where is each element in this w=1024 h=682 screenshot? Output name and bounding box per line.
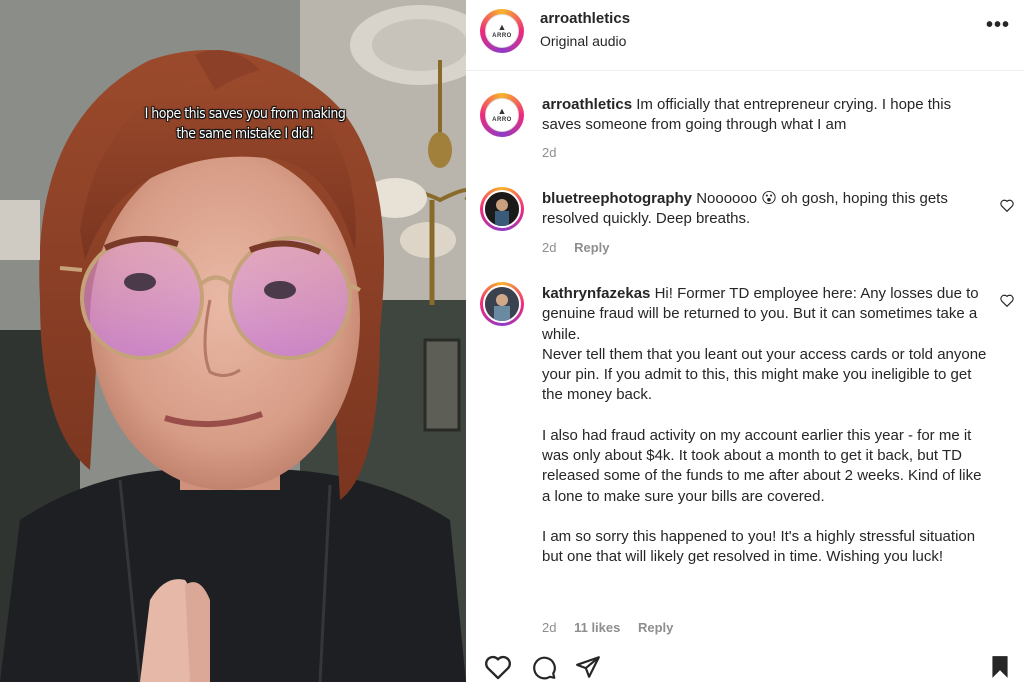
comment-avatar[interactable] <box>480 187 524 231</box>
comment-time: 2d <box>542 240 557 255</box>
arro-logo: ▲ ARRO <box>485 14 519 48</box>
audio-label[interactable]: Original audio <box>540 33 626 49</box>
comment-text: bluetreephotography Noooooo 😮 oh gosh, h… <box>542 189 987 230</box>
more-options-button[interactable]: ••• <box>986 14 1010 37</box>
heart-icon[interactable] <box>484 654 512 680</box>
comment-meta: 2d <box>542 145 570 160</box>
user-photo <box>483 190 521 228</box>
comment-paragraph: I am so sorry this happened to you! It's… <box>542 527 976 566</box>
triangle-icon: ▲ <box>497 105 507 116</box>
user-photo <box>483 285 521 323</box>
triangle-icon: ▲ <box>497 21 507 32</box>
comment-username[interactable]: arroathletics <box>542 96 632 113</box>
like-comment-heart-icon[interactable] <box>1000 294 1014 307</box>
comment-time: 2d <box>542 145 557 160</box>
share-icon[interactable] <box>574 654 602 680</box>
comment-paragraph: Never tell them that you leant out your … <box>542 345 987 404</box>
comment-text: kathrynfazekas Hi! Former TD employee he… <box>542 284 987 568</box>
logo-text: ARRO <box>492 32 512 39</box>
comment-meta: 2d Reply <box>542 240 624 255</box>
comment-icon[interactable] <box>530 654 558 680</box>
comment-paragraph: I also had fraud activity on my account … <box>542 426 982 505</box>
author-username[interactable]: arroathletics <box>540 10 630 27</box>
action-bar <box>466 648 1024 682</box>
reply-button[interactable]: Reply <box>638 620 673 635</box>
post-panel: ▲ ARRO arroathletics Original audio ••• … <box>466 0 1024 682</box>
logo-text: ARRO <box>492 116 512 123</box>
comment-likes[interactable]: 11 likes <box>574 620 620 635</box>
comment-avatar[interactable] <box>480 282 524 326</box>
header-divider <box>466 70 1024 71</box>
video-scene <box>0 0 466 682</box>
bookmark-icon[interactable] <box>988 654 1012 680</box>
comment-text: arroathletics Im officially that entrepr… <box>542 95 987 136</box>
author-avatar[interactable]: ▲ ARRO <box>480 9 524 53</box>
comment-avatar[interactable]: ▲ ARRO <box>480 93 524 137</box>
like-comment-heart-icon[interactable] <box>1000 199 1014 212</box>
comment-username[interactable]: kathrynfazekas <box>542 285 650 302</box>
arro-logo: ▲ ARRO <box>485 98 519 132</box>
post-header: ▲ ARRO arroathletics Original audio ••• <box>466 0 1024 70</box>
reply-button[interactable]: Reply <box>574 240 609 255</box>
comment-time: 2d <box>542 620 557 635</box>
video-frame[interactable]: I hope this saves you from making the sa… <box>0 0 466 682</box>
comment-username[interactable]: bluetreephotography <box>542 190 692 207</box>
video-caption: I hope this saves you from making the sa… <box>144 106 346 142</box>
comment-meta: 2d 11 likes Reply <box>542 620 687 635</box>
